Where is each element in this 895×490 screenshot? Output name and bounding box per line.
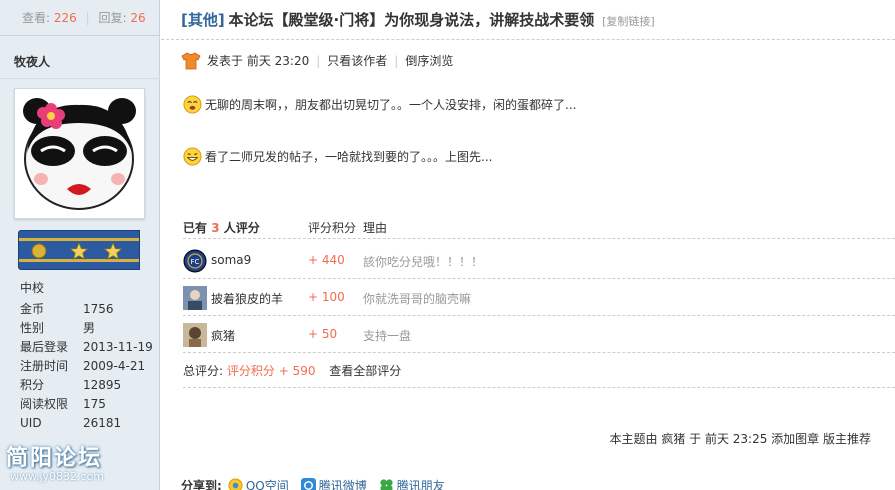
rating-count-label: 已有 3 人评分 [183,217,260,239]
info-key: 金币 [20,302,45,316]
total-label: 总评分: [183,364,224,378]
info-key: UID [20,416,42,430]
author-name[interactable]: 牧夜人 [0,36,159,81]
share-qzone-label: QQ空间 [245,478,289,490]
site-watermark: 简阳论坛 www.jy0832.com [6,440,156,486]
share-qzone-button[interactable]: QQ空间 [228,477,289,490]
rating-score: + 50 [308,327,338,341]
share-pengyou-button[interactable]: 腾讯朋友 [379,477,445,490]
rank-stars-icon [31,241,123,260]
watermark-title: 简阳论坛 [6,445,103,471]
rating-reason: 你就洗哥哥的脑壳嘛 [363,292,472,306]
panda-avatar-icon [19,93,140,214]
rating-row: 疯猪 + 50 支持一盘 [183,316,895,353]
only-author-link[interactable]: 只看该作者 [327,52,387,70]
rating-total: 总评分: 评分积分 + 590 查看全部评分 [183,356,895,388]
share-bar: 分享到: QQ空间 腾讯微博 腾讯朋友 [181,476,457,490]
col-score: 评分积分 [308,221,357,235]
info-value: 26181 [83,416,122,430]
info-key: 阅读权限 [20,397,69,411]
info-row: 性别 男 [20,319,160,338]
info-key: 注册时间 [20,359,69,373]
posted-time: 发表于 前天 23:20 [207,54,310,68]
info-row: UID 26181 [20,414,160,433]
user-avatar-icon[interactable] [183,286,207,310]
replies-label: 回复: [98,11,127,25]
watermark-url: www.jy0832.com [10,470,105,483]
info-value: 男 [83,321,96,335]
info-key: 性别 [20,321,45,335]
author-sidebar: 查看: 226 | 回复: 26 牧夜人 中校 金币 1756 性别 男 最后登… [0,0,160,490]
info-value: 1756 [83,302,114,316]
qzone-icon [228,477,243,490]
clover-icon [380,478,393,490]
smiley-icon [183,94,202,114]
share-weibo-label: 腾讯微博 [318,478,367,490]
info-row: 金币 1756 [20,300,160,319]
meta-divider: | [316,54,321,68]
thread-title-row: [其他] 本论坛【殿堂级·门将】为你现身说法，讲解技战术要领 [复制链接] [161,0,895,40]
share-label: 分享到: [181,478,222,490]
info-value: 2009-4-21 [83,359,146,373]
rating-row: FC soma9 + 440 該你吃分兒哦！！！！ [183,242,895,279]
post-text: 看了二师兄发的帖子，一哈就找到要的了。。。上图先... [205,149,493,164]
rating-prefix: 已有 [183,221,208,235]
shirt-icon [181,52,201,70]
moderator-note: 本主题由 疯猪 于 前天 23:25 添加图章 版主推荐 [609,432,871,446]
info-row: 注册时间 2009-4-21 [20,357,160,376]
info-key: 积分 [20,378,45,392]
grin-icon [183,146,202,166]
info-key: 最后登录 [20,340,69,354]
reverse-order-link[interactable]: 倒序浏览 [405,52,453,70]
info-value: 175 [83,397,106,411]
rater-name[interactable]: 披着狼皮的羊 [211,290,283,307]
views-count: 226 [53,11,77,25]
copy-link-button[interactable]: [复制链接] [602,15,655,28]
view-all-ratings-link[interactable]: 查看全部评分 [329,364,401,378]
total-value: 评分积分 + 590 [226,364,316,378]
inter-logo-avatar-icon[interactable]: FC [183,249,207,273]
svg-text:FC: FC [191,258,200,266]
rating-score: + 440 [308,253,345,267]
thread-category[interactable]: [其他] [181,11,225,29]
replies-count: 26 [130,11,146,25]
rater-name[interactable]: 疯猪 [211,327,235,344]
rank-title: 中校 [20,281,45,295]
info-value: 2013-11-19 [83,340,153,354]
info-row: 积分 12895 [20,376,160,395]
rating-count: 3 [211,221,220,235]
rating-score: + 100 [308,290,345,304]
post-line: 看了二师兄发的帖子，一哈就找到要的了。。。上图先... [183,146,492,166]
post-line: 无聊的周末啊，，朋友都出切晃切了。。一个人没安排，闲的蛋都碎了... [183,94,576,114]
weibo-icon [300,477,316,490]
post-meta: 发表于 前天 23:20 | 只看该作者 | 倒序浏览 [181,52,453,70]
share-weibo-button[interactable]: 腾讯微博 [300,477,367,490]
rater-name[interactable]: soma9 [211,253,251,267]
views-label: 查看: [22,11,51,25]
thread-title: 本论坛【殿堂级·门将】为你现身说法，讲解技战术要领 [228,11,595,29]
divider [0,78,160,79]
user-avatar-icon[interactable] [183,323,207,347]
col-reason: 理由 [363,221,388,235]
rating-reason: 該你吃分兒哦！！！！ [363,255,484,269]
post-main: [其他] 本论坛【殿堂级·门将】为你现身说法，讲解技战术要领 [复制链接] 发表… [161,0,895,490]
meta-divider: | [394,54,399,68]
author-info: 金币 1756 性别男 最后登录 2013-11-19 注册时间 2009-4-21 … [20,300,160,433]
info-row: 阅读权限 175 [20,395,160,414]
thread-stats: 查看: 226 | 回复: 26 [0,0,159,36]
avatar[interactable] [14,88,145,219]
stats-divider: | [85,11,90,25]
info-row: 最后登录 2013-11-19 [20,338,160,357]
share-pengyou-label: 腾讯朋友 [396,478,445,490]
rating-row: 披着狼皮的羊 + 100 你就洗哥哥的脑壳嘛 [183,279,895,316]
rating-reason: 支持一盘 [363,329,412,343]
rating-suffix: 人评分 [223,221,260,235]
rating-header: 已有 3 人评分 评分积分 理由 [183,217,895,239]
rank-insignia [18,230,140,270]
info-value: 12895 [83,378,122,392]
post-text: 无聊的周末啊，，朋友都出切晃切了。。一个人没安排，闲的蛋都碎了... [205,97,577,112]
